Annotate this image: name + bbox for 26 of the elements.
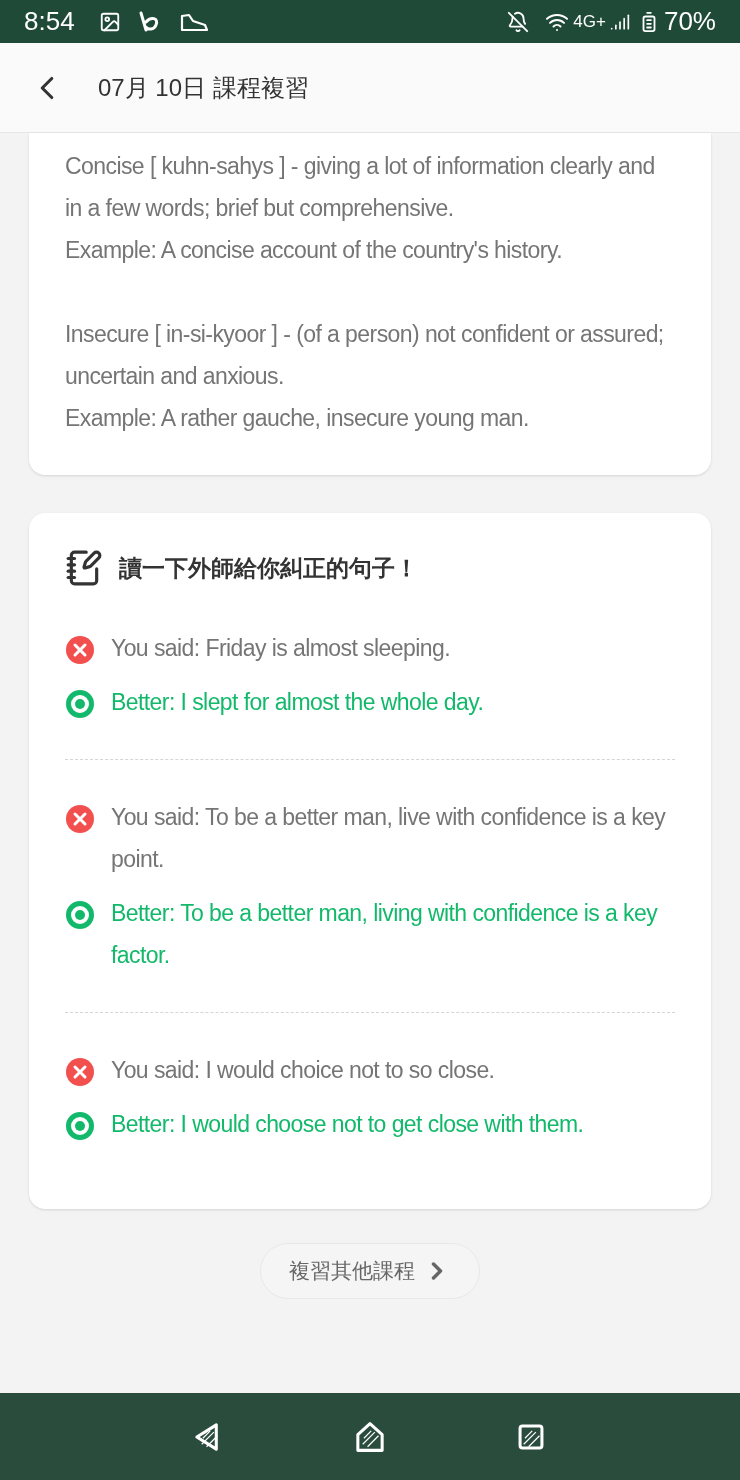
definition-text: Concise [ kuhn-sahys ] - giving a lot of information clearly and in a few words; brief but comprehensive. — [65, 152, 656, 223]
battery-percent: 70% — [663, 5, 716, 38]
example-text: Example: A concise account of the country's history. — [65, 236, 563, 265]
corrected-sentence: Better: To be a better man, living with confidence is a key factor. — [111, 899, 659, 970]
correct-icon — [65, 689, 95, 719]
network-label: 4G+ — [573, 10, 606, 33]
original-sentence: You said: To be a better man, live with confidence is a key point. — [111, 803, 667, 874]
page-title: 07月 10日 課程複習 — [98, 72, 309, 103]
wrong-icon — [65, 635, 95, 665]
bell-off-icon — [507, 10, 530, 33]
correct-icon — [65, 900, 95, 930]
correct-icon — [65, 1111, 95, 1141]
definition-text: Insecure [ in-si-kyoor ] - (of a person) not confident or assured; uncertain and anxious. — [65, 320, 665, 391]
corrections-title: 讀一下外師給你糾正的句子！ — [119, 553, 418, 583]
original-sentence: You said: I would choice not to so close. — [111, 1056, 495, 1085]
status-time: 8:54 — [24, 5, 75, 38]
corrected-sentence: Better: I slept for almost the whole day. — [111, 688, 484, 717]
home-icon[interactable] — [353, 1419, 387, 1454]
corrected-sentence: Better: I would choose not to get close with them. — [111, 1110, 584, 1139]
original-sentence: You said: Friday is almost sleeping. — [111, 634, 450, 663]
wrong-icon — [65, 804, 95, 834]
review-other-courses-button[interactable]: 複習其他課程 — [260, 1243, 480, 1299]
example-text: Example: A rather gauche, insecure young man. — [65, 404, 530, 433]
image-icon — [98, 10, 121, 33]
notepad-pen-icon — [65, 549, 103, 587]
wrong-icon — [65, 1057, 95, 1087]
